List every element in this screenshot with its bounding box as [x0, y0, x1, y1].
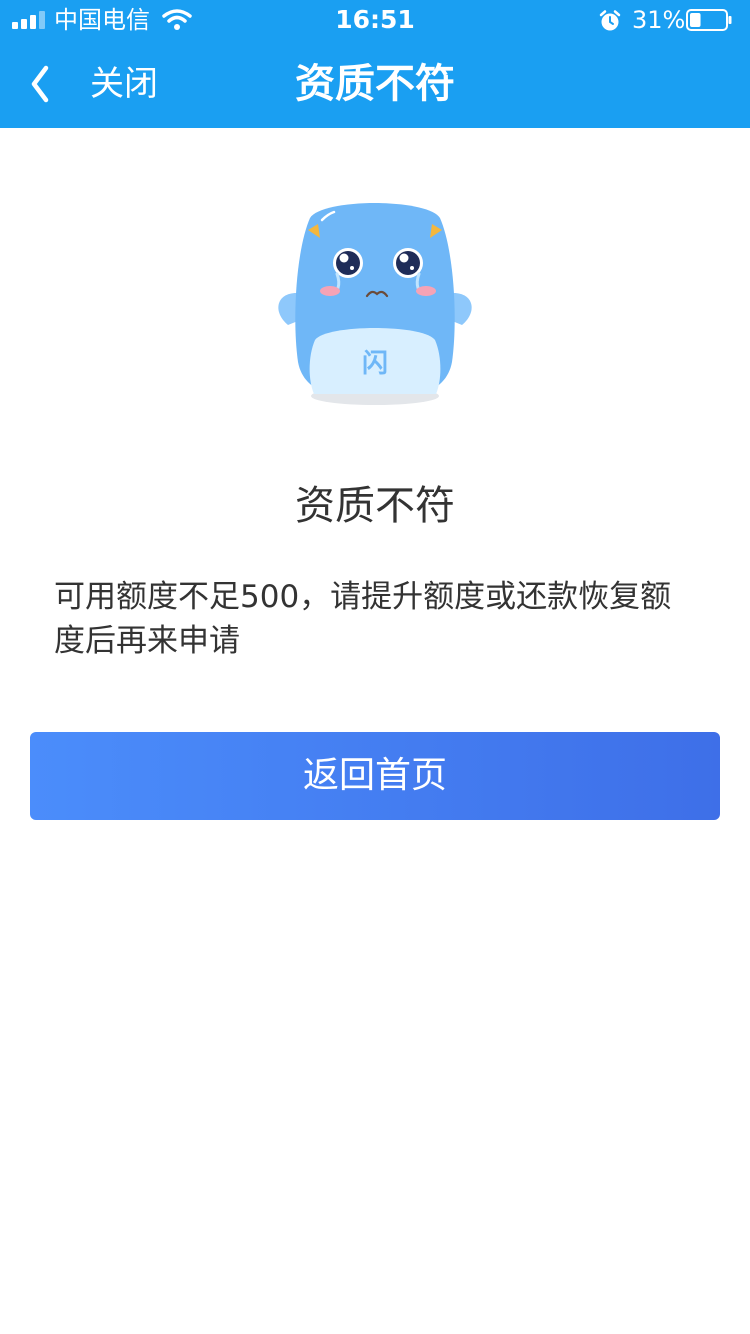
battery-icon	[686, 9, 732, 31]
mascot-left-blush	[320, 286, 340, 296]
result-description: 可用额度不足500，请提升额度或还款恢复额度后再来申请	[54, 579, 672, 659]
top-header: 中国电信 16:51 31% 关闭 资质不符	[0, 0, 750, 128]
mascot-right-blush	[416, 286, 436, 296]
result-title: 资质不符	[295, 483, 455, 529]
close-button[interactable]: 关闭	[90, 40, 158, 128]
mascot-badge: 闪	[362, 349, 388, 379]
mascot-illustration: 闪	[278, 203, 472, 405]
navigation-bar: 关闭 资质不符	[0, 40, 750, 128]
return-home-button[interactable]: 返回首页	[30, 732, 720, 820]
alarm-icon	[599, 10, 621, 31]
status-bar: 中国电信 16:51 31%	[0, 0, 750, 40]
chevron-left-icon[interactable]	[26, 62, 56, 106]
page-title: 资质不符	[295, 61, 455, 107]
battery-percent: 31%	[632, 6, 686, 34]
